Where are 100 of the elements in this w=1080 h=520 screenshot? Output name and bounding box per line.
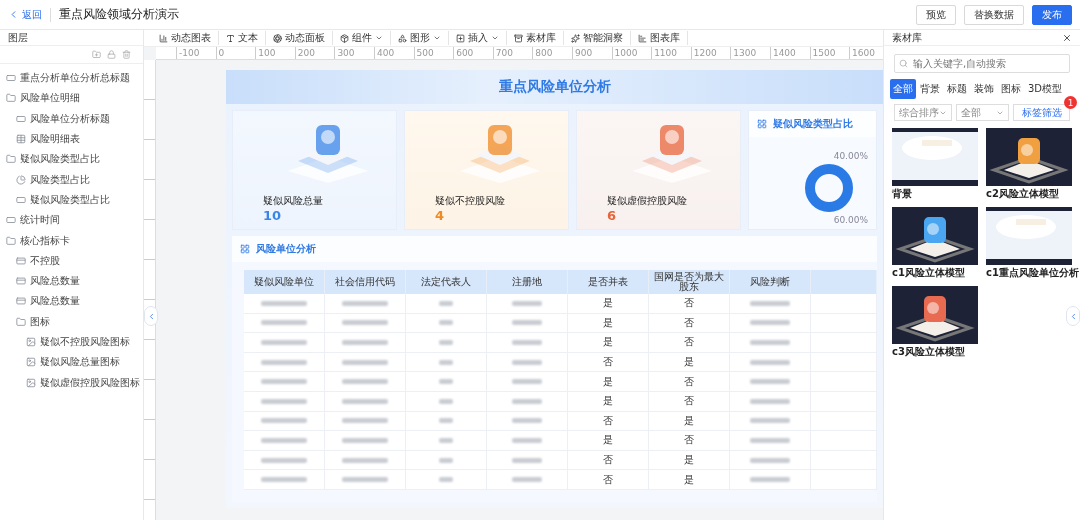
scope-select[interactable]: 全部 [956, 104, 1009, 121]
ruler-label: 1300 [733, 47, 757, 59]
layer-item[interactable]: 风险单位明细 [0, 88, 143, 109]
metric-value: 4 [435, 208, 446, 223]
toolbar-button[interactable]: 动态图表 [152, 31, 219, 45]
layer-item[interactable]: 疑似风险类型占比 [0, 149, 143, 170]
ruler-label: 900 [574, 47, 593, 59]
layer-item[interactable]: 核心指标卡 [0, 230, 143, 251]
metric-label: 疑似风险总量 [263, 194, 324, 208]
plus-square-icon [456, 33, 465, 43]
layer-item[interactable]: 统计时间 [0, 210, 143, 231]
column-header: 法定代表人 [406, 270, 487, 294]
category-tab[interactable]: 背景 [917, 79, 943, 99]
table-cell: 是 [568, 391, 649, 412]
delete-icon[interactable] [122, 50, 131, 59]
card-icon [16, 255, 26, 266]
table-cell: 是 [649, 352, 730, 373]
table-icon [16, 134, 26, 145]
lock-icon[interactable] [107, 50, 116, 59]
toolbar-button[interactable]: 图表库 [631, 31, 688, 45]
card-icon [16, 276, 26, 287]
collapse-handle[interactable] [1066, 306, 1080, 326]
table-cell: 是 [568, 294, 649, 314]
table-cell: 是 [568, 313, 649, 334]
dashboard-title: 重点风险单位分析 [226, 70, 883, 104]
asset-label: c1风险立体模型 [892, 266, 965, 280]
layer-item[interactable]: 不控股 [0, 250, 143, 271]
sort-select[interactable]: 综合排序 [894, 104, 952, 121]
column-header [811, 270, 877, 294]
category-tab[interactable]: 全部 [890, 79, 916, 99]
close-icon[interactable] [1062, 32, 1072, 43]
column-header: 是否并表 [568, 270, 649, 294]
category-tab[interactable]: 装饰 [971, 79, 997, 99]
image-icon [26, 377, 36, 388]
new-folder-icon[interactable] [92, 50, 101, 59]
category-tab[interactable]: 标题 [944, 79, 970, 99]
panel-title: 素材库 [892, 30, 922, 45]
bar-chart-icon [638, 33, 647, 43]
column-header: 国网是否为最大股东 [649, 270, 730, 294]
table-cell: 否 [649, 372, 730, 392]
card-icon [16, 296, 26, 307]
folder-icon [16, 316, 26, 327]
folder-icon [6, 93, 16, 104]
layer-item[interactable]: 风险单位分析标题 [0, 108, 143, 129]
text-icon [226, 33, 235, 43]
collapse-handle[interactable] [144, 306, 158, 326]
toolbar-button[interactable]: 发布 [1032, 4, 1072, 25]
layer-item[interactable]: 风险明细表 [0, 128, 143, 150]
toolbar-button[interactable]: 智能洞察 [564, 31, 631, 45]
layer-item[interactable]: 疑似风险类型占比 [0, 189, 143, 211]
layer-item[interactable]: 图标 [0, 311, 143, 332]
caret-icon [433, 34, 441, 42]
back-link[interactable]: 返回 [8, 7, 51, 22]
toolbar-button[interactable]: 替换数据 [964, 4, 1024, 25]
ruler-label: -100 [179, 47, 200, 59]
layer-item[interactable]: 风险总数量 [0, 291, 143, 312]
search-field[interactable]: 输入关键字,自动搜索 [894, 54, 1070, 73]
table-cell: 是 [649, 450, 730, 471]
ruler-label: 700 [495, 47, 513, 59]
toolbar-button[interactable]: 预览 [916, 4, 956, 25]
layer-item[interactable]: 风险总数量 [0, 270, 143, 292]
asset-label: c1重点风险单位分析 [986, 266, 1079, 280]
table-cell: 否 [568, 470, 649, 490]
ruler-label: 1500 [812, 47, 836, 59]
layer-item[interactable]: 重点分析单位分析总标题 [0, 68, 143, 89]
asset-label: 背景 [892, 187, 912, 201]
toolbar-button[interactable]: 文本 [219, 31, 266, 45]
column-header: 社会信用代码 [325, 270, 406, 294]
text-box-icon [16, 113, 26, 124]
layer-item[interactable]: 疑似不控股风险图标 [0, 331, 143, 353]
ruler-label: 1000 [614, 47, 638, 59]
section-title: 疑似风险类型占比 [773, 117, 853, 131]
tag-filter-button[interactable]: 标签筛选 [1013, 104, 1070, 121]
grid-icon [240, 244, 250, 254]
panel-title: 图层 [8, 30, 28, 45]
table-cell: 否 [568, 352, 649, 373]
category-tab[interactable]: 图标 [998, 79, 1024, 99]
column-header: 注册地 [487, 270, 568, 294]
asset-label: c3风险立体模型 [892, 345, 965, 359]
shapes-icon [398, 33, 407, 43]
toolbar-button[interactable]: 动态面板 [266, 31, 333, 45]
table-cell: 否 [649, 391, 730, 412]
toolbar-button[interactable]: 图形 [391, 31, 449, 45]
ruler-label: 600 [456, 47, 474, 59]
ruler-label: 1400 [772, 47, 796, 59]
toolbar-button[interactable]: 插入 [449, 31, 507, 45]
pie-chart-icon [16, 174, 26, 185]
toolbar-button[interactable]: 组件 [333, 31, 391, 45]
table-cell: 否 [649, 333, 730, 353]
toolbar-button[interactable]: 素材库 [507, 31, 564, 45]
aperture-icon [273, 33, 282, 43]
layer-item[interactable]: 风险类型占比 [0, 169, 143, 190]
donut-chart [804, 163, 854, 213]
caret-icon [375, 34, 383, 42]
text-box-icon [16, 194, 26, 205]
layer-item[interactable]: 疑似虚假控股风险图标 [0, 372, 143, 393]
ruler-label: 800 [535, 47, 553, 59]
layer-item[interactable]: 疑似风险总量图标 [0, 352, 143, 373]
category-tab[interactable]: 3D模型 [1025, 79, 1066, 99]
table-cell: 是 [649, 411, 730, 432]
